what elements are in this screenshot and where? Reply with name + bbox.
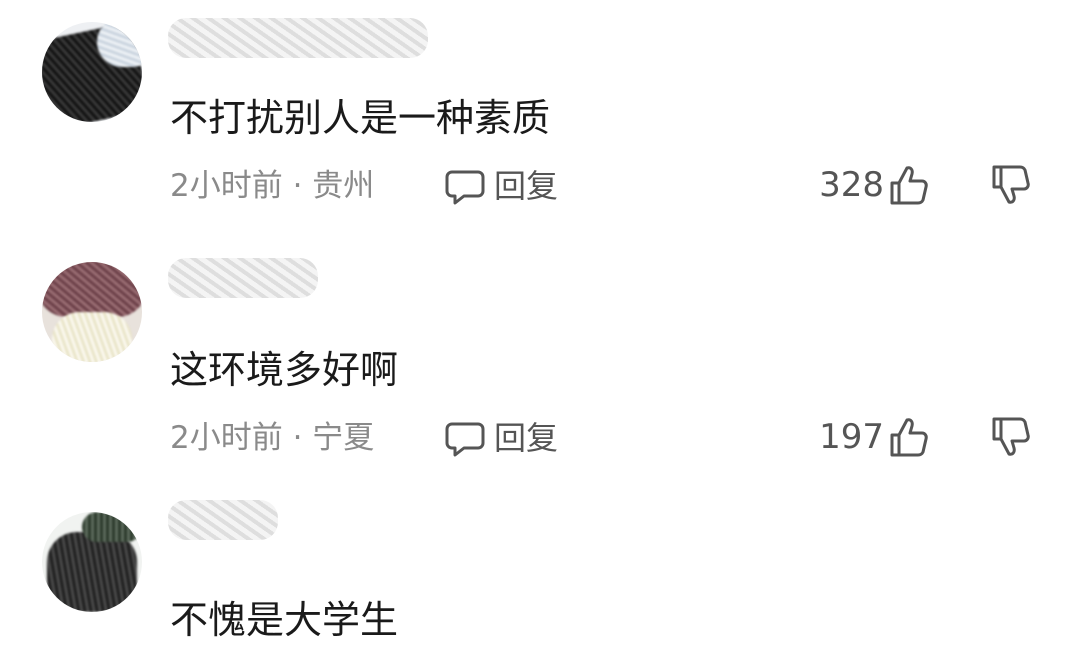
username-redacted[interactable] [168,18,428,58]
speech-bubble-icon [445,422,485,457]
like-count: 328 [819,165,884,205]
like-button[interactable]: 197 [819,415,930,459]
username-redacted[interactable] [168,500,278,540]
username-redacted[interactable] [168,258,318,298]
thumbs-down-icon [992,417,1030,456]
thumbs-up-icon [890,166,928,205]
reply-label: 回复 [494,167,559,205]
reply-button[interactable]: 回复 [444,418,558,458]
avatar[interactable] [42,262,142,362]
dislike-button[interactable] [990,163,1032,207]
comment-meta: 2小时前 · 宁夏 [170,420,375,456]
like-count: 197 [819,417,884,457]
avatar[interactable] [42,22,142,122]
like-button[interactable]: 328 [819,163,930,207]
avatar[interactable] [42,512,142,612]
reply-label: 回复 [494,419,559,457]
comment-meta: 2小时前 · 贵州 [170,168,375,204]
comment-text: 不打扰别人是一种素质 [170,96,551,140]
thumbs-down-icon [992,165,1030,204]
comment-text: 这环境多好啊 [170,348,399,392]
thumbs-up-icon [890,418,928,457]
reply-button[interactable]: 回复 [444,166,558,206]
dislike-button[interactable] [990,415,1032,459]
comment-text: 不愧是大学生 [170,598,399,642]
speech-bubble-icon [445,170,485,205]
